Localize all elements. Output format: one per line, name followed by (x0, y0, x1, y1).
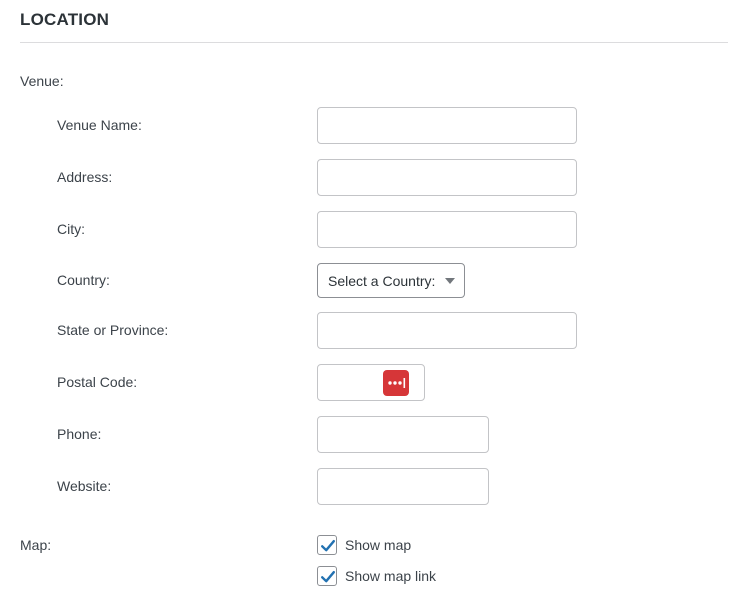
show-map-link-checkbox[interactable] (317, 566, 337, 586)
password-manager-icon[interactable] (383, 370, 409, 396)
country-select[interactable]: Select a Country: (317, 263, 465, 298)
checkmark-icon (321, 540, 335, 552)
phone-label: Phone: (57, 426, 102, 442)
chevron-down-icon (445, 278, 455, 284)
postal-code-label: Postal Code: (57, 374, 138, 390)
country-select-value: Select a Country: (328, 272, 436, 289)
phone-input[interactable] (317, 416, 489, 453)
show-map-label[interactable]: Show map (345, 537, 411, 553)
state-label: State or Province: (57, 322, 169, 338)
state-input[interactable] (317, 312, 577, 349)
city-input[interactable] (317, 211, 577, 248)
venue-name-input[interactable] (317, 107, 577, 144)
section-title: LOCATION (20, 10, 110, 29)
section-divider (20, 42, 728, 43)
venue-name-label: Venue Name: (57, 117, 142, 133)
address-input[interactable] (317, 159, 577, 196)
venue-group-label: Venue: (20, 73, 64, 89)
show-map-checkbox[interactable] (317, 535, 337, 555)
address-label: Address: (57, 169, 113, 185)
map-group-label: Map: (20, 537, 52, 553)
country-label: Country: (57, 272, 110, 288)
location-section: LOCATION Venue: Venue Name: Address: Cit… (0, 0, 729, 613)
checkmark-icon (321, 571, 335, 583)
website-label: Website: (57, 478, 112, 494)
show-map-link-label[interactable]: Show map link (345, 568, 436, 584)
city-label: City: (57, 221, 85, 237)
website-input[interactable] (317, 468, 489, 505)
